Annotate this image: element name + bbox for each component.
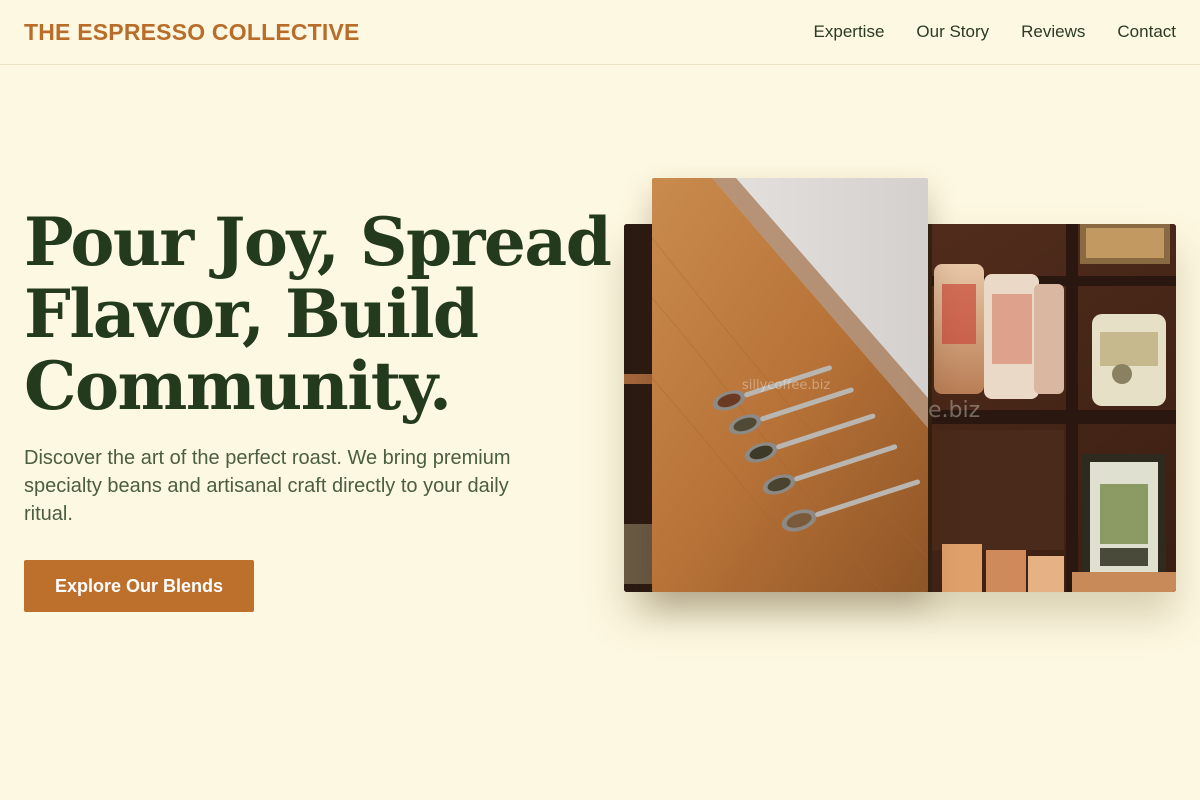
- hero-title-line: Flavor, Build: [24, 275, 479, 353]
- hero-description: Discover the art of the perfect roast. W…: [24, 447, 511, 525]
- nav-link-our-story[interactable]: Our Story: [916, 22, 989, 42]
- nav-link-expertise[interactable]: Expertise: [814, 22, 885, 42]
- hero-title-line: Community.: [24, 347, 452, 425]
- spoons-on-wood-photo: sillycoffee.biz: [652, 178, 928, 592]
- hero-title-line: Pour Joy, Spread: [24, 203, 612, 281]
- explore-blends-button[interactable]: Explore Our Blends: [24, 560, 254, 612]
- hero-title: Pour Joy, Spread Flavor, Build Community…: [24, 203, 612, 425]
- brand-logo[interactable]: THE ESPRESSO COLLECTIVE: [24, 19, 360, 46]
- nav-link-contact[interactable]: Contact: [1117, 22, 1176, 42]
- site-header: THE ESPRESSO COLLECTIVE Expertise Our St…: [0, 0, 1200, 65]
- image-watermark: e.biz: [928, 398, 981, 423]
- main-nav: Expertise Our Story Reviews Contact: [814, 22, 1176, 42]
- image-watermark: sillycoffee.biz: [742, 378, 831, 393]
- nav-link-reviews[interactable]: Reviews: [1021, 22, 1085, 42]
